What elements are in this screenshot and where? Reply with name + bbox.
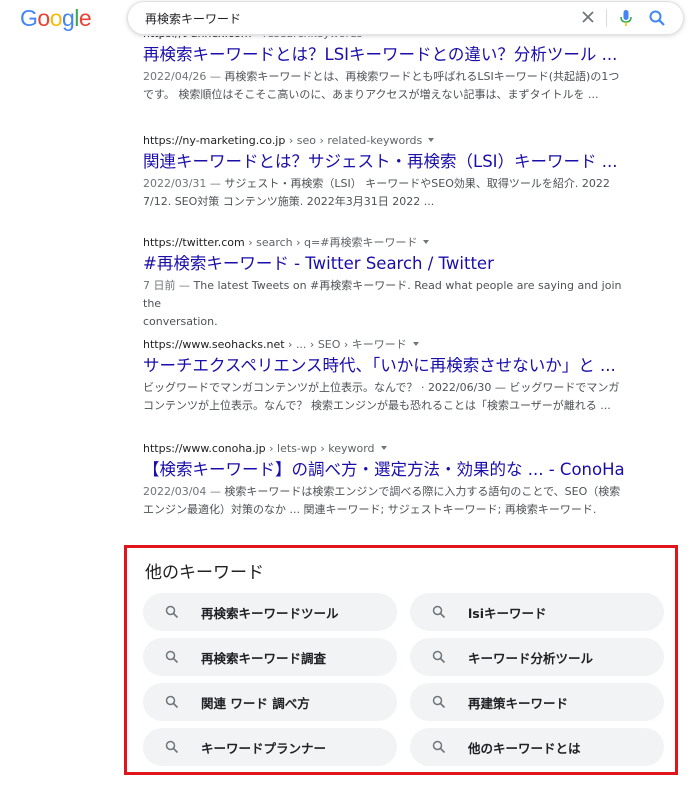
result-title-link[interactable]: 【検索キーワード】の調べ方・選定方法・効果的な ... - ConoHa: [143, 459, 633, 481]
search-icon: [432, 740, 446, 754]
result-snippet: 2022/03/31 — サジェスト・再検索（LSI） キーワードやSEO効果、…: [143, 175, 633, 211]
search-result: https://www.conoha.jp › lets-wp › keywor…: [143, 442, 633, 519]
chip-label: 再検索キーワード調査: [201, 651, 327, 666]
search-result: https://www.seohacks.net › ... › SEO › キ…: [143, 338, 633, 415]
result-title-link[interactable]: サーチエクスペリエンス時代、「いかに再検索させないか」と ...: [143, 355, 633, 377]
search-result: https://t-annex.com › researchkeywords 再…: [143, 27, 633, 104]
microphone-icon[interactable]: [618, 9, 634, 27]
result-title-link[interactable]: 再検索キーワードとは？LSIキーワードとの違い？分析ツール ...: [143, 44, 633, 66]
search-icon: [165, 650, 179, 664]
result-title-link[interactable]: #再検索キーワード - Twitter Search / Twitter: [143, 253, 633, 275]
result-title-link[interactable]: 関連キーワードとは？サジェスト・再検索（LSI）キーワード ...: [143, 151, 633, 173]
search-icon: [165, 695, 179, 709]
related-search-chip[interactable]: 再建策キーワード: [410, 683, 664, 721]
search-icon: [432, 650, 446, 664]
result-domain: https://www.seohacks.net: [143, 338, 285, 351]
result-snippet: 7 日前 — The latest Tweets on #再検索キーワード. R…: [143, 277, 633, 331]
result-snippet: ビッグワードでマンガコンテンツが上位表示。なんで？ · 2022/06/30 —…: [143, 379, 633, 415]
snippet-line: 再検索キーワードとは、再検索ワードとも呼ばれるLSIキーワード(共起語)の1つ: [224, 70, 620, 83]
snippet-line: conversation.: [143, 315, 218, 328]
related-search-chip[interactable]: 再検索キーワードツール: [143, 593, 397, 631]
related-search-chip[interactable]: 他のキーワードとは: [410, 728, 664, 766]
related-search-chip[interactable]: lsiキーワード: [410, 593, 664, 631]
chip-label: 他のキーワードとは: [468, 741, 581, 756]
chevron-down-icon[interactable]: [428, 138, 435, 142]
result-url[interactable]: https://www.conoha.jp › lets-wp › keywor…: [143, 442, 633, 456]
search-icon: [432, 605, 446, 619]
search-icon: [432, 695, 446, 709]
snippet-line: コンテンツが上位表示。なんで？ 検索エンジンが最も恐れることは「検索ユーザーが離…: [143, 399, 611, 412]
chevron-down-icon[interactable]: [423, 240, 430, 244]
related-searches: 他のキーワード 再検索キーワードツール lsiキーワード 再検索キーワード調査 …: [124, 545, 678, 775]
related-search-chip[interactable]: キーワードプランナー: [143, 728, 397, 766]
result-date: 2022/03/04 —: [143, 485, 225, 498]
chevron-down-icon[interactable]: [380, 446, 387, 450]
related-searches-title: 他のキーワード: [145, 563, 264, 583]
search-icon: [165, 740, 179, 754]
snippet-line: サジェスト・再検索（LSI） キーワードやSEO効果、取得ツールを紹介. 202…: [224, 177, 610, 190]
snippet-line: エンジン最適化）対策のなか ... 関連キーワード; サジェストキーワード; 再…: [143, 503, 597, 516]
result-domain: https://www.conoha.jp: [143, 442, 266, 455]
snippet-line: ビッグワードでマンガコンテンツが上位表示。なんで？ · 2022/06/30 —…: [143, 381, 620, 394]
result-path: › search › q=#再検索キーワード: [244, 236, 418, 249]
search-box[interactable]: 再検索キーワード: [127, 1, 684, 35]
result-snippet: 2022/04/26 — 再検索キーワードとは、再検索ワードとも呼ばれるLSIキ…: [143, 68, 633, 104]
logo-letter: g: [61, 5, 75, 31]
chip-label: キーワードプランナー: [201, 741, 327, 756]
logo-letter: G: [20, 5, 38, 31]
search-result: https://twitter.com › search › q=#再検索キーワ…: [143, 236, 633, 331]
search-icon: [165, 605, 179, 619]
divider: [606, 9, 607, 27]
result-path: › lets-wp › keyword: [265, 442, 375, 455]
result-snippet: 2022/03/04 — 検索キーワードは検索エンジンで調べる際に入力する語句の…: [143, 483, 633, 519]
chip-label: 関連 ワード 調べ方: [201, 696, 310, 711]
snippet-line: 7/12. SEO対策 コンテンツ施策. 2022年3月31日 2022 ...: [143, 195, 435, 208]
search-input[interactable]: 再検索キーワード: [145, 10, 241, 27]
chip-label: 再検索キーワードツール: [201, 606, 339, 621]
search-result: https://ny-marketing.co.jp › seo › relat…: [143, 134, 633, 211]
result-url[interactable]: https://twitter.com › search › q=#再検索キーワ…: [143, 236, 633, 250]
close-icon[interactable]: [580, 9, 596, 25]
chip-label: 再建策キーワード: [468, 696, 569, 711]
result-url[interactable]: https://www.seohacks.net › ... › SEO › キ…: [143, 338, 633, 352]
logo-letter: o: [37, 5, 50, 31]
related-search-chip[interactable]: 再検索キーワード調査: [143, 638, 397, 676]
header: Google 再検索キーワード: [0, 0, 696, 36]
related-search-chip[interactable]: キーワード分析ツール: [410, 638, 664, 676]
chip-label: キーワード分析ツール: [468, 651, 594, 666]
chevron-down-icon[interactable]: [412, 342, 419, 346]
result-date: 7 日前 —: [143, 279, 194, 292]
result-path: › ... › SEO › キーワード: [284, 338, 407, 351]
snippet-line: The latest Tweets on #再検索キーワード. Read wha…: [143, 279, 622, 310]
chip-label: lsiキーワード: [468, 606, 547, 621]
result-domain: https://twitter.com: [143, 236, 245, 249]
result-path: › seo › related-keywords: [285, 134, 423, 147]
result-date: 2022/03/31 —: [143, 177, 225, 190]
logo-letter: e: [78, 5, 92, 31]
snippet-line: です。 検索順位はそこそこ高いのに、あまりアクセスが増えない記事は、まずタイトル…: [143, 88, 599, 101]
logo-letter: o: [49, 5, 63, 31]
result-date: 2022/04/26 —: [143, 70, 225, 83]
result-domain: https://ny-marketing.co.jp: [143, 134, 286, 147]
related-search-chip[interactable]: 関連 ワード 調べ方: [143, 683, 397, 721]
search-icon[interactable]: [648, 9, 666, 27]
snippet-line: 検索キーワードは検索エンジンで調べる際に入力する語句のことで、SEO（検索: [224, 485, 621, 498]
result-url[interactable]: https://ny-marketing.co.jp › seo › relat…: [143, 134, 633, 148]
google-logo[interactable]: Google: [20, 5, 92, 32]
